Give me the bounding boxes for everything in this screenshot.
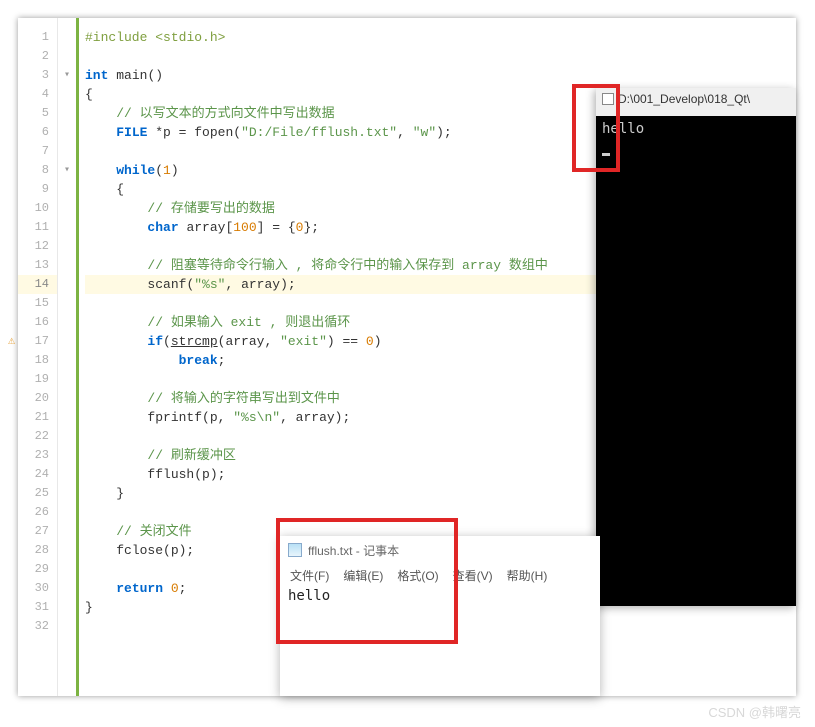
line-number: 9	[18, 180, 57, 199]
line-number: 3	[18, 66, 57, 85]
fold-cell	[58, 123, 76, 142]
fold-cell	[58, 579, 76, 598]
console-cursor	[602, 153, 610, 156]
line-number: 21	[18, 408, 57, 427]
notepad-menu-item[interactable]: 文件(F)	[290, 567, 329, 584]
code-line[interactable]	[85, 47, 796, 66]
fold-cell	[58, 598, 76, 617]
fold-cell	[58, 541, 76, 560]
line-number: 24	[18, 465, 57, 484]
line-number: 22	[18, 427, 57, 446]
fold-cell	[58, 294, 76, 313]
fold-cell	[58, 560, 76, 579]
line-number: 18	[18, 351, 57, 370]
fold-cell	[58, 465, 76, 484]
line-number: 27	[18, 522, 57, 541]
line-number: 25	[18, 484, 57, 503]
line-number: 2	[18, 47, 57, 66]
fold-cell	[58, 47, 76, 66]
fold-cell	[58, 218, 76, 237]
fold-cell	[58, 104, 76, 123]
code-line[interactable]: int main()	[85, 66, 796, 85]
fold-cell	[58, 275, 76, 294]
line-number: 19	[18, 370, 57, 389]
line-number: 29	[18, 560, 57, 579]
notepad-menu-item[interactable]: 编辑(E)	[343, 567, 383, 584]
code-line[interactable]: #include <stdio.h>	[85, 28, 796, 47]
line-number: 31	[18, 598, 57, 617]
line-number: 14	[18, 275, 57, 294]
fold-cell	[58, 408, 76, 427]
app-icon	[602, 93, 614, 105]
line-number: 15	[18, 294, 57, 313]
screenshot-frame: 1234567891011121314151617⚠18192021222324…	[18, 18, 796, 696]
fold-cell	[58, 446, 76, 465]
line-number: 23	[18, 446, 57, 465]
fold-cell	[58, 180, 76, 199]
notepad-titlebar[interactable]: fflush.txt - 记事本	[280, 536, 600, 564]
line-number: 1	[18, 28, 57, 47]
fold-cell	[58, 522, 76, 541]
notepad-title-text: fflush.txt - 记事本	[308, 542, 399, 559]
fold-cell	[58, 484, 76, 503]
fold-cell	[58, 332, 76, 351]
fold-cell	[58, 256, 76, 275]
notepad-icon	[288, 543, 302, 557]
fold-cell	[58, 427, 76, 446]
line-number: 6	[18, 123, 57, 142]
line-number: 26	[18, 503, 57, 522]
notepad-content: hello	[288, 588, 330, 604]
fold-cell	[58, 389, 76, 408]
line-number: 10	[18, 199, 57, 218]
line-number-gutter: 1234567891011121314151617⚠18192021222324…	[18, 18, 58, 696]
notepad-menu-item[interactable]: 帮助(H)	[507, 567, 548, 584]
line-number: 7	[18, 142, 57, 161]
fold-cell	[58, 370, 76, 389]
fold-cell[interactable]: ▾	[58, 66, 76, 85]
line-number: 11	[18, 218, 57, 237]
console-titlebar[interactable]: D:\001_Develop\018_Qt\	[602, 92, 750, 106]
fold-column: ▾▾	[58, 18, 76, 696]
fold-cell	[58, 142, 76, 161]
line-number: 32	[18, 617, 57, 636]
fold-cell[interactable]: ▾	[58, 161, 76, 180]
console-output-line: hello	[602, 120, 790, 138]
line-number: 16	[18, 313, 57, 332]
fold-cell	[58, 28, 76, 47]
line-number: 30	[18, 579, 57, 598]
notepad-menu-item[interactable]: 格式(O)	[397, 567, 438, 584]
line-number: 17⚠	[18, 332, 57, 351]
line-number: 28	[18, 541, 57, 560]
line-number: 8	[18, 161, 57, 180]
notepad-menu-item[interactable]: 查看(V)	[453, 567, 493, 584]
console-title-text: D:\001_Develop\018_Qt\	[618, 92, 750, 106]
warning-icon: ⚠	[8, 332, 15, 351]
notepad-menubar: 文件(F) 编辑(E) 格式(O) 查看(V) 帮助(H)	[280, 564, 600, 586]
line-number: 4	[18, 85, 57, 104]
line-number: 5	[18, 104, 57, 123]
console-window: D:\001_Develop\018_Qt\ hello	[596, 88, 796, 606]
line-number: 13	[18, 256, 57, 275]
notepad-body[interactable]: hello	[280, 586, 600, 606]
fold-cell	[58, 313, 76, 332]
notepad-window: fflush.txt - 记事本 文件(F) 编辑(E) 格式(O) 查看(V) 帮助(…	[280, 536, 600, 696]
watermark: CSDN @韩曙亮	[708, 702, 801, 721]
line-number: 12	[18, 237, 57, 256]
fold-cell	[58, 617, 76, 636]
line-number: 20	[18, 389, 57, 408]
fold-cell	[58, 351, 76, 370]
fold-cell	[58, 199, 76, 218]
console-body[interactable]: hello	[596, 116, 796, 160]
fold-cell	[58, 503, 76, 522]
fold-cell	[58, 237, 76, 256]
fold-cell	[58, 85, 76, 104]
